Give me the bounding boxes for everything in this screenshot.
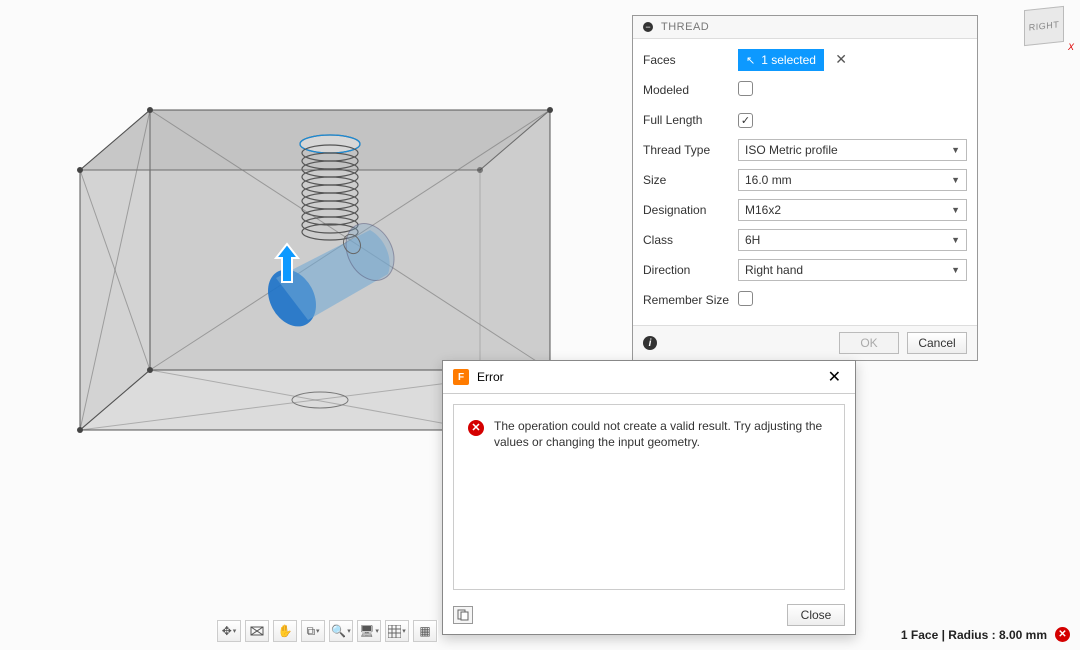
designation-value: M16x2	[745, 203, 781, 217]
faces-label: Faces	[643, 53, 738, 67]
ok-button: OK	[839, 332, 899, 354]
display-settings-button[interactable]: 🖥▾	[357, 620, 381, 642]
chevron-down-icon: ▼	[951, 145, 960, 155]
view-cube-face-right[interactable]: RIGHT	[1024, 6, 1064, 46]
orbit-button[interactable]: ✥▾	[217, 620, 241, 642]
designation-select[interactable]: M16x2 ▼	[738, 199, 967, 221]
collapse-icon[interactable]: −	[643, 22, 653, 32]
error-message-area: ✕ The operation could not create a valid…	[453, 404, 845, 590]
info-icon[interactable]: i	[643, 336, 657, 350]
cancel-button[interactable]: Cancel	[907, 332, 967, 354]
direction-select[interactable]: Right hand ▼	[738, 259, 967, 281]
thread-type-value: ISO Metric profile	[745, 143, 838, 157]
class-select[interactable]: 6H ▼	[738, 229, 967, 251]
status-bar: 1 Face | Radius : 8.00 mm ✕	[901, 627, 1070, 642]
axis-x-label: X	[1068, 42, 1074, 52]
size-select[interactable]: 16.0 mm ▼	[738, 169, 967, 191]
selection-status-text: 1 Face | Radius : 8.00 mm	[901, 628, 1047, 642]
chevron-down-icon: ▼	[951, 175, 960, 185]
snap-button[interactable]: ▦	[413, 620, 437, 642]
remember-size-checkbox[interactable]	[738, 291, 753, 306]
thread-type-label: Thread Type	[643, 143, 738, 157]
class-value: 6H	[745, 233, 760, 247]
full-length-label: Full Length	[643, 113, 738, 127]
grid-settings-button[interactable]: ▾	[385, 620, 409, 642]
status-error-icon[interactable]: ✕	[1055, 627, 1070, 642]
direction-arrow-manipulator[interactable]	[272, 242, 302, 290]
size-label: Size	[643, 173, 738, 187]
error-dialog-titlebar[interactable]: F Error ✕	[443, 361, 855, 394]
thread-feature-panel: − THREAD Faces ↖ 1 selected ✕ Modeled Fu…	[632, 15, 978, 361]
class-label: Class	[643, 233, 738, 247]
size-value: 16.0 mm	[745, 173, 792, 187]
close-icon[interactable]: ✕	[824, 367, 845, 387]
faces-selection-count: 1 selected	[761, 53, 816, 67]
error-message-text: The operation could not create a valid r…	[494, 419, 830, 575]
zoom-button[interactable]: 🔍▾	[329, 620, 353, 642]
copy-log-button[interactable]	[453, 606, 473, 624]
pan-button[interactable]: ✋	[273, 620, 297, 642]
remember-size-label: Remember Size	[643, 293, 738, 307]
faces-selection-chip[interactable]: ↖ 1 selected	[738, 49, 824, 71]
navigation-toolbar: ✥▾ ✋ ⧉▾ 🔍▾ 🖥▾ ▾ ▦	[216, 620, 438, 642]
modeled-label: Modeled	[643, 83, 738, 97]
app-icon: F	[453, 369, 469, 385]
thread-panel-header[interactable]: − THREAD	[633, 16, 977, 39]
close-button[interactable]: Close	[787, 604, 845, 626]
modeled-checkbox[interactable]	[738, 81, 753, 96]
direction-value: Right hand	[745, 263, 803, 277]
chevron-down-icon: ▼	[951, 265, 960, 275]
cursor-icon: ↖	[746, 54, 755, 67]
chevron-down-icon: ▼	[951, 235, 960, 245]
chevron-down-icon: ▼	[951, 205, 960, 215]
view-cube[interactable]: RIGHT X	[1020, 6, 1072, 50]
look-at-button[interactable]	[245, 620, 269, 642]
error-icon: ✕	[468, 420, 484, 436]
thread-type-select[interactable]: ISO Metric profile ▼	[738, 139, 967, 161]
designation-label: Designation	[643, 203, 738, 217]
direction-label: Direction	[643, 263, 738, 277]
full-length-checkbox[interactable]	[738, 113, 753, 128]
error-dialog: F Error ✕ ✕ The operation could not crea…	[442, 360, 856, 635]
thread-panel-title: THREAD	[661, 21, 709, 33]
zoom-window-button[interactable]: ⧉▾	[301, 620, 325, 642]
clear-selection-button[interactable]: ✕	[835, 51, 847, 68]
error-dialog-title: Error	[477, 370, 504, 384]
